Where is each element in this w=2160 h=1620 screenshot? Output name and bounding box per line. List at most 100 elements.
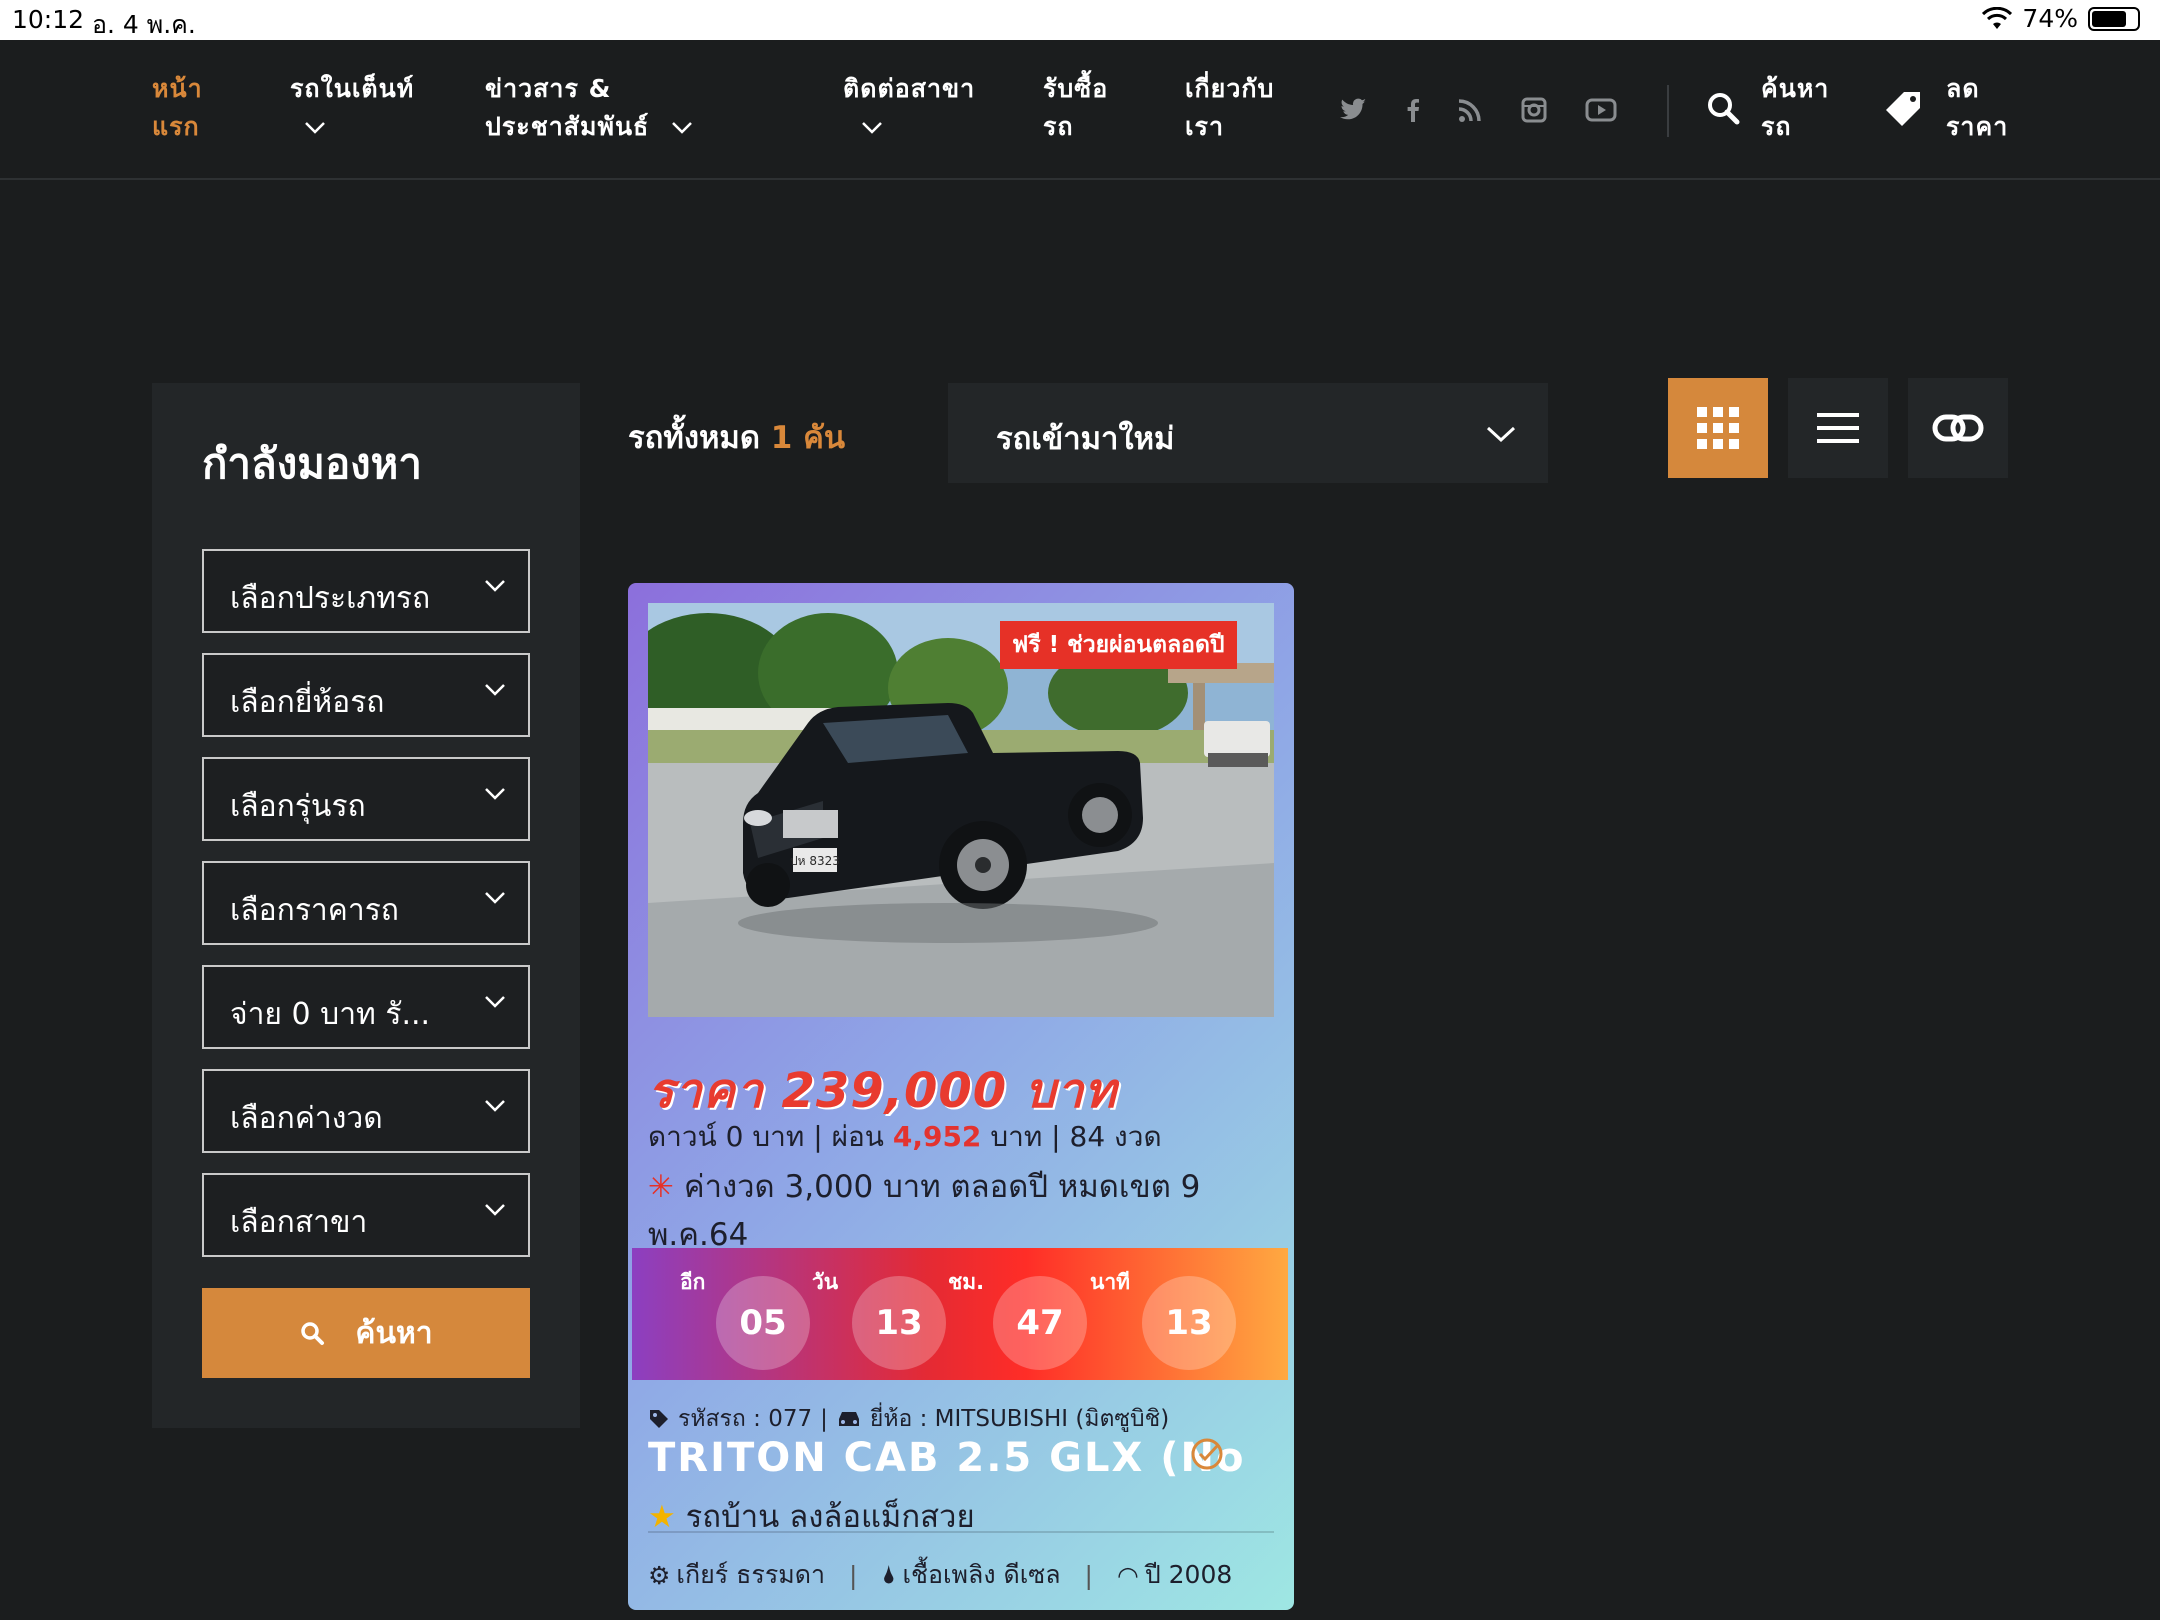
nav-discount[interactable]: ลด ราคา [1882, 70, 2008, 146]
countdown-label-days: วัน [812, 1270, 839, 1294]
chevron-down-icon [1486, 426, 1516, 443]
select-brand[interactable]: เลือกยี่ห้อรถ [202, 653, 530, 737]
facebook-icon[interactable] [1395, 92, 1431, 128]
chevron-down-icon [485, 1204, 505, 1216]
nav-news-line2: ประชาสัมพันธ์ [485, 112, 650, 141]
sort-value: รถเข้ามาใหม่ [996, 421, 1175, 457]
nav-search[interactable]: ค้นหา รถ [1705, 70, 1829, 146]
search-icon [1708, 93, 1740, 125]
link-icon [1932, 414, 1984, 442]
nav-search-label: ค้นหา รถ [1761, 70, 1829, 146]
nav-discount-label: ลด ราคา [1946, 70, 2008, 146]
nav-item-branches[interactable]: ติดต่อสาขา [843, 70, 975, 146]
verified-check-icon [1191, 1438, 1223, 1470]
select-down-payment[interactable]: จ่าย 0 บาท รั... [202, 965, 530, 1049]
select-branch[interactable]: เลือกสาขา [202, 1173, 530, 1257]
nav-branches-label: ติดต่อสาขา [843, 74, 976, 103]
nav-item-news[interactable]: ข่าวสาร & ประชาสัมพันธ์ [485, 70, 693, 146]
nav-buy-line2: รถ [1043, 112, 1074, 141]
installment-amount: 4,952 [892, 1120, 982, 1153]
chevron-down-icon [485, 892, 505, 904]
chevron-down-icon [485, 1100, 505, 1112]
sidebar-title: กำลังมองหา [202, 439, 422, 488]
spec-year: ปี 2008 [1144, 1560, 1233, 1589]
promo-note: ✳ ค่างวด 3,000 บาท ตลอดปี หมดเขต 9 พ.ค.6… [648, 1163, 1268, 1259]
spec-separator: | [849, 1560, 858, 1590]
instagram-icon[interactable] [1516, 92, 1552, 128]
star-icon: ★ [648, 1499, 676, 1535]
sort-select[interactable]: รถเข้ามาใหม่ [948, 383, 1548, 483]
gear-icon: ⚙ [648, 1560, 671, 1590]
select-model[interactable]: เลือกรุ่นรถ [202, 757, 530, 841]
nav-item-about[interactable]: เกี่ยวกับ เรา [1185, 70, 1274, 146]
asterisk-icon: ✳ [648, 1169, 674, 1205]
countdown-label-hours: ชม. [948, 1270, 985, 1294]
chevron-down-icon [485, 580, 505, 592]
nav-discount-line2: ราคา [1946, 112, 2009, 141]
speedometer-icon: ◠ [1116, 1560, 1139, 1590]
grid-view-button[interactable] [1668, 378, 1768, 478]
car-subtitle: ★ รถบ้าน ลงล้อแม็กสวย [648, 1491, 975, 1541]
license-plate-text: ปห 8323 [790, 854, 840, 868]
list-view-icon [1817, 413, 1859, 443]
total-unit: คัน [803, 420, 846, 456]
car-code: รหัสรถ : 077 [678, 1406, 813, 1432]
nav-about-line2: เรา [1185, 112, 1225, 141]
chevron-down-icon [485, 788, 505, 800]
search-icon [301, 1322, 325, 1345]
meta-separator: | [820, 1406, 828, 1432]
nav-home-line1: หน้า [152, 74, 203, 103]
fuel-drop-icon: 🌢 [881, 1560, 897, 1589]
list-view-button[interactable] [1788, 378, 1888, 478]
chevron-down-icon [485, 684, 505, 696]
nav-item-cars[interactable]: รถในเต็นท์ [290, 70, 414, 146]
down-payment-info: ดาวน์ 0 บาท | ผ่อน 4,952 บาท | 84 งวด [648, 1115, 1162, 1159]
countdown-minutes: 47 [993, 1276, 1087, 1370]
rss-icon[interactable] [1452, 92, 1488, 128]
price-tag-icon [1886, 92, 1920, 126]
car-title[interactable]: TRITON CAB 2.5 GLX (No [648, 1435, 1246, 1481]
nav-item-buy-car[interactable]: รับซื้อ รถ [1043, 70, 1108, 146]
select-label: เลือกยี่ห้อรถ [230, 685, 385, 720]
link-button[interactable] [1908, 378, 2008, 478]
nav-search-line1: ค้นหา [1761, 74, 1830, 103]
nav-divider [1667, 85, 1669, 137]
promo-badge: ฟรี ! ช่วยผ่อนตลอดปี [1000, 621, 1237, 669]
nav-news-line2-wrap: ประชาสัมพันธ์ [485, 108, 693, 146]
nav-discount-line1: ลด [1946, 74, 1980, 103]
select-installment[interactable]: เลือกค่างวด [202, 1069, 530, 1153]
chevron-down-icon [672, 122, 692, 134]
car-meta: รหัสรถ : 077 | ยี่ห้อ : MITSUBISHI (มิตซ… [648, 1401, 1169, 1437]
car-brand: ยี่ห้อ : MITSUBISHI (มิตซูบิชิ) [869, 1406, 1170, 1432]
nav-news-line1: ข่าวสาร & [485, 74, 612, 103]
total-number: 1 [770, 420, 793, 456]
select-label: เลือกค่างวด [230, 1101, 383, 1136]
select-label: เลือกรุ่นรถ [230, 789, 366, 824]
car-specs: ⚙ เกียร์ ธรรมดา | 🌢 เชื้อเพลิง ดีเซล | ◠… [648, 1555, 1232, 1595]
countdown-label-minutes: นาที [1090, 1270, 1130, 1294]
status-time: 10:12 [12, 5, 85, 34]
promo-note-text: ค่างวด 3,000 บาท ตลอดปี หมดเขต 9 พ.ค.64 [648, 1169, 1201, 1253]
car-photo[interactable]: ปห 8323 ฟรี ! ช่วยผ่อนตลอดปี [648, 603, 1274, 1017]
spec-fuel: เชื้อเพลิง ดีเซล [902, 1560, 1061, 1589]
select-label: เลือกสาขา [230, 1205, 368, 1240]
nav-item-home[interactable]: หน้า แรก [152, 70, 203, 146]
car-icon [838, 1412, 859, 1426]
tag-icon [650, 1410, 668, 1428]
car-subtitle-text: รถบ้าน ลงล้อแม็กสวย [685, 1499, 975, 1535]
search-button[interactable]: ค้นหา [202, 1288, 530, 1378]
youtube-icon[interactable] [1583, 92, 1619, 128]
chevron-down-icon [305, 122, 325, 134]
car-card[interactable]: ปห 8323 ฟรี ! ช่วยผ่อนตลอดปี ราคา 239,00… [628, 583, 1294, 1610]
card-divider [648, 1531, 1274, 1533]
grid-view-icon [1697, 407, 1739, 449]
countdown-prefix: อีก [680, 1270, 706, 1294]
countdown-timer: อีก วัน ชม. นาที 05 13 47 13 [632, 1248, 1288, 1380]
chevron-down-icon [862, 122, 882, 134]
nav-home-line2: แรก [152, 112, 200, 141]
select-price[interactable]: เลือกราคารถ [202, 861, 530, 945]
select-car-type[interactable]: เลือกประเภทรถ [202, 549, 530, 633]
down-payment-text: ดาวน์ 0 บาท | ผ่อน [648, 1120, 884, 1153]
countdown-seconds: 13 [1142, 1276, 1236, 1370]
twitter-icon[interactable] [1334, 92, 1370, 128]
